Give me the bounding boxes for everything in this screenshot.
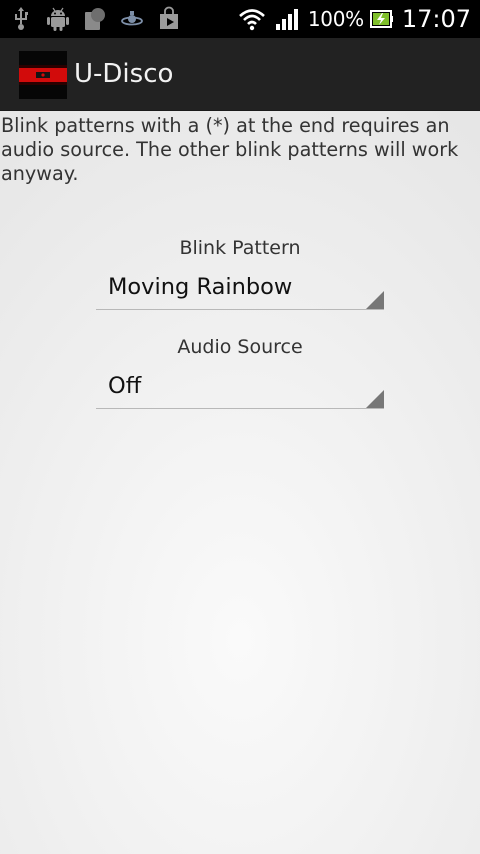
notification-icons [8,5,182,33]
dropdown-arrow-icon [366,390,384,408]
app-logo-icon[interactable] [19,51,67,99]
dropdown-arrow-icon [366,291,384,309]
action-bar: U-Disco [0,38,480,111]
status-indicators: 100% 17:07 [238,0,471,38]
blink-pattern-label: Blink Pattern [179,237,301,259]
play-store-icon [160,6,178,29]
android-debug-icon [47,7,69,31]
signal-icon [275,9,298,30]
audio-source-label: Audio Source [177,336,303,358]
blink-pattern-spinner[interactable]: Moving Rainbow [96,266,384,310]
audio-source-value: Off [108,373,142,399]
app-title: U-Disco [74,59,174,89]
battery-percent: 100% [307,7,364,31]
sync-icon [121,11,143,26]
audio-source-spinner[interactable]: Off [96,365,384,409]
status-bar: 100% 17:07 [0,0,480,38]
usb-icon [15,7,28,30]
battery-charging-icon [369,10,393,28]
clock: 17:07 [401,5,471,33]
blink-pattern-value: Moving Rainbow [108,274,293,300]
wifi-icon [238,9,265,31]
notification-icon [85,8,105,30]
info-text: Blink patterns with a (*) at the end req… [1,114,459,185]
